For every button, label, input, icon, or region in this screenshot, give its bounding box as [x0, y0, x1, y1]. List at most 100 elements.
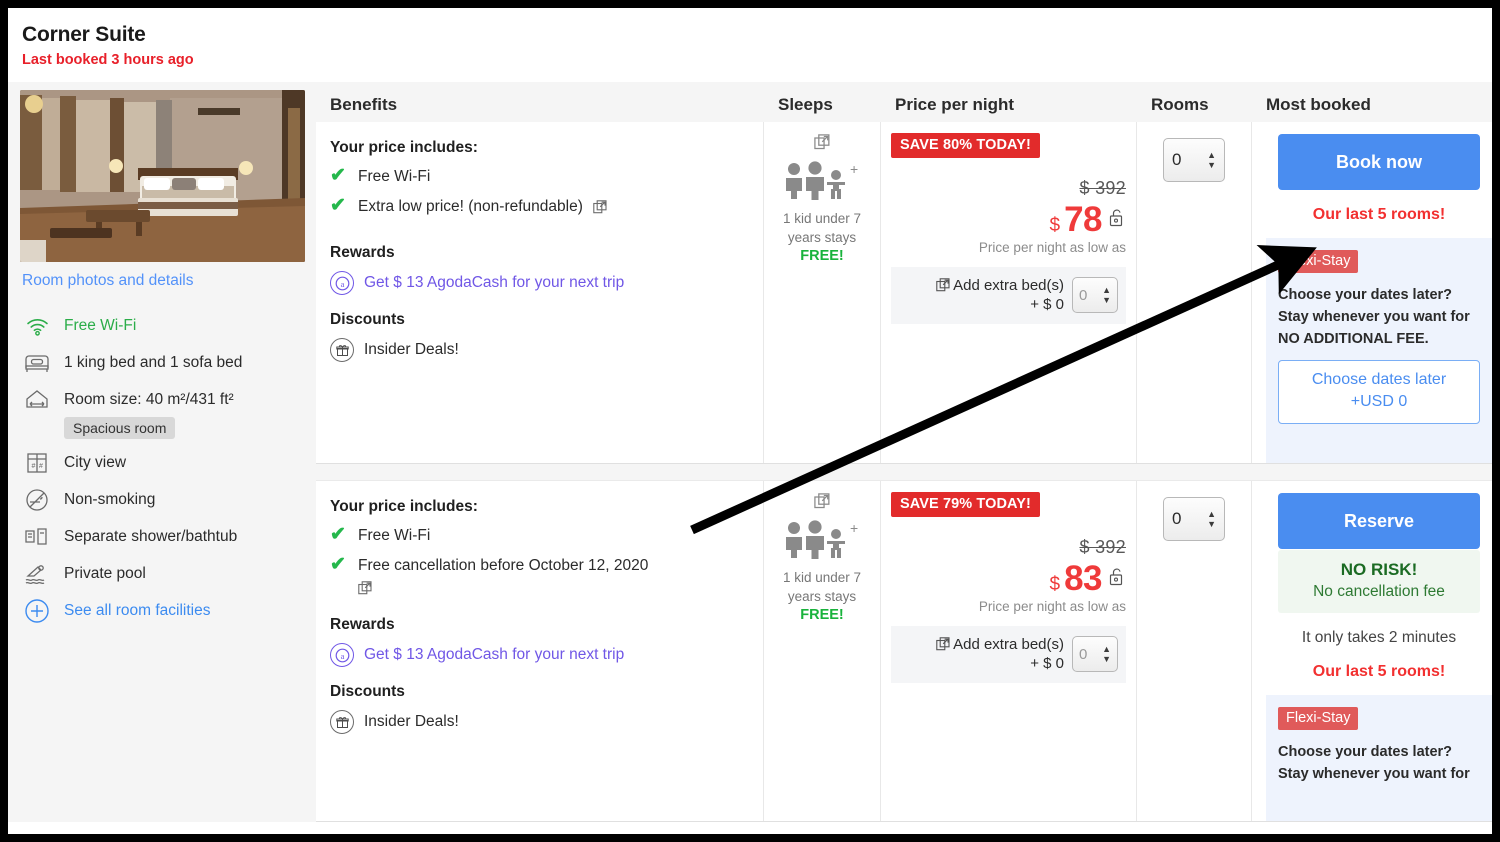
column-header-most-booked: Most booked: [1266, 95, 1371, 114]
feature-room-size: Room size: 40 m²/431 ft² Spacious room: [20, 387, 306, 439]
room-sidebar: Room photos and details Free Wi-Fi 1 kin…: [8, 82, 316, 822]
popup-window-icon[interactable]: [593, 196, 607, 219]
extra-bed-label: Add extra bed(s): [953, 636, 1064, 653]
feature-label: See all room facilities: [64, 602, 211, 619]
last-booked-notice: Last booked 3 hours ago: [22, 52, 194, 68]
feature-label: Separate shower/bathtub: [64, 528, 238, 545]
reward-label: Get $ 13 AgodaCash for your next trip: [364, 646, 625, 663]
rooms-qty-value: 0: [1172, 509, 1182, 528]
book-now-button[interactable]: Book now: [1278, 134, 1480, 190]
booking-duration-note: It only takes 2 minutes: [1301, 629, 1457, 646]
rooms-cell: 0 ▲ ▼: [1137, 481, 1252, 821]
wifi-icon: [22, 313, 52, 339]
rooms-qty-value: 0: [1172, 150, 1182, 169]
gift-icon: [330, 338, 354, 362]
room-photo-thumbnail[interactable]: [20, 90, 305, 262]
column-header-benefits: Benefits: [330, 95, 398, 114]
extra-bed-box: Add extra bed(s) + $ 0 0 ▲ ▼: [891, 267, 1126, 324]
extra-bed-stepper[interactable]: 0 ▲ ▼: [1072, 636, 1118, 672]
check-icon: ✔: [330, 524, 346, 545]
bathtub-icon: [22, 524, 52, 550]
svg-text:a: a: [340, 651, 344, 661]
agodacash-icon: a: [330, 643, 354, 667]
stepper-arrows-icon[interactable]: ▲ ▼: [1102, 645, 1111, 664]
see-all-room-facilities[interactable]: See all room facilities: [20, 598, 306, 624]
svg-text:#: #: [32, 463, 36, 470]
include-label: Free Wi-Fi: [358, 168, 431, 185]
page-title: Corner Suite: [22, 23, 146, 46]
choose-dates-later-price: +USD 0: [1350, 393, 1408, 410]
unlocked-padlock-icon: [1109, 567, 1126, 591]
extra-bed-row: Add extra bed(s): [901, 277, 1064, 294]
discounts-title: Discounts: [330, 311, 405, 328]
popup-window-icon[interactable]: [936, 277, 952, 294]
feature-label: Free Wi-Fi: [64, 317, 137, 334]
original-price: $ 392: [1079, 178, 1126, 198]
extra-bed-label: Add extra bed(s): [953, 277, 1064, 294]
feature-label: Private pool: [64, 565, 146, 582]
check-icon: ✔: [330, 195, 346, 216]
choose-dates-later-button[interactable]: Choose dates later +USD 0: [1278, 360, 1480, 424]
rooms-quantity-stepper[interactable]: 0 ▲ ▼: [1163, 497, 1225, 541]
table-row: Your price includes: ✔ Free Wi-Fi ✔ Free…: [316, 480, 1492, 822]
feature-shower-bathtub: Separate shower/bathtub: [20, 524, 306, 550]
price-cell: SAVE 79% TODAY! $ 392 $ 83 Price per nig…: [881, 481, 1137, 821]
discount-label: Insider Deals!: [364, 713, 459, 730]
check-icon: ✔: [330, 165, 346, 186]
no-risk-title: NO RISK!: [1340, 560, 1418, 579]
feature-city-view: # # City view: [20, 450, 306, 476]
table-header-row: Benefits Sleeps Price per night Rooms Mo…: [316, 82, 1492, 122]
bed-icon: [22, 350, 52, 376]
reward-row[interactable]: a Get $ 13 AgodaCash for your next trip: [330, 643, 751, 667]
popup-window-icon[interactable]: [358, 581, 751, 600]
no-risk-subtitle: No cancellation fee: [1313, 583, 1445, 600]
svg-text:#: #: [39, 463, 43, 470]
last-rooms-warning: Our last 5 rooms!: [1312, 206, 1446, 223]
extra-bed-stepper[interactable]: 0 ▲ ▼: [1072, 277, 1118, 313]
extra-bed-text: Add extra bed(s) + $ 0: [901, 636, 1064, 672]
extra-bed-qty-value: 0: [1079, 286, 1088, 304]
booking-cta-block: Reserve NO RISK! No cancellation fee It …: [1266, 481, 1492, 695]
flexi-line-2: Stay whenever you want for: [1278, 766, 1470, 782]
column-header-sleeps: Sleeps: [778, 95, 833, 114]
no-risk-box: NO RISK! No cancellation fee: [1278, 550, 1480, 613]
kid-policy-line1: 1 kid under 7: [782, 570, 862, 585]
reward-row[interactable]: a Get $ 13 AgodaCash for your next trip: [330, 271, 751, 295]
popup-window-icon[interactable]: [814, 493, 830, 513]
content-area: Room photos and details Free Wi-Fi 1 kin…: [8, 82, 1492, 822]
includes-title: Your price includes:: [330, 498, 478, 515]
flexi-line-1: Choose your dates later?: [1278, 287, 1453, 303]
include-item: ✔ Extra low price! (non-refundable): [330, 196, 751, 219]
choose-dates-later-label: Choose dates later: [1311, 371, 1447, 388]
unlocked-padlock-icon: [1109, 208, 1126, 232]
rooms-quantity-stepper[interactable]: 0 ▲ ▼: [1163, 138, 1225, 182]
currency-symbol: $: [1049, 215, 1061, 236]
flexi-stay-badge: Flexi-Stay: [1278, 250, 1359, 273]
flexi-stay-text: Choose your dates later? Stay whenever y…: [1278, 741, 1480, 785]
kid-policy-free: FREE!: [800, 248, 844, 264]
nosmoking-icon: [22, 487, 52, 513]
price-cell: SAVE 80% TODAY! $ 392 $ 78 Price per nig…: [881, 122, 1137, 463]
flexi-stay-text: Choose your dates later? Stay whenever y…: [1278, 284, 1480, 350]
room-offer-page: Corner Suite Last booked 3 hours ago Roo…: [8, 8, 1492, 834]
svg-text:a: a: [340, 279, 344, 289]
include-item: ✔ Free Wi-Fi: [330, 525, 751, 546]
stepper-arrows-icon[interactable]: ▲ ▼: [1207, 151, 1216, 170]
feature-free-wifi: Free Wi-Fi: [20, 313, 306, 339]
popup-window-icon[interactable]: [936, 636, 952, 653]
room-photos-details-link[interactable]: Room photos and details: [22, 271, 306, 291]
price-caption: Price per night as low as: [978, 599, 1126, 614]
feature-roomsize-block: Room size: 40 m²/431 ft² Spacious room: [64, 387, 306, 439]
spacious-room-badge: Spacious room: [64, 417, 176, 439]
popup-window-icon[interactable]: [814, 134, 830, 154]
rewards-title: Rewards: [330, 244, 395, 261]
room-features-list: Free Wi-Fi 1 king bed and 1 sofa bed Roo…: [20, 313, 306, 624]
rewards-title: Rewards: [330, 616, 395, 633]
most-booked-cell: Reserve NO RISK! No cancellation fee It …: [1252, 481, 1492, 821]
stepper-arrows-icon[interactable]: ▲ ▼: [1207, 510, 1216, 529]
reserve-button[interactable]: Reserve: [1278, 493, 1480, 549]
kid-policy-line1: 1 kid under 7: [782, 211, 862, 226]
stepper-arrows-icon[interactable]: ▲ ▼: [1102, 286, 1111, 305]
